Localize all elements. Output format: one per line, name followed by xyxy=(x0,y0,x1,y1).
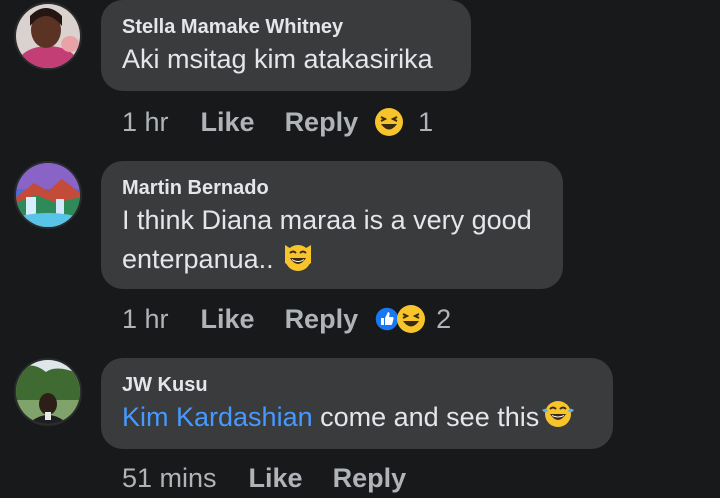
comment-author[interactable]: Stella Mamake Whitney xyxy=(122,14,450,40)
like-button[interactable]: Like xyxy=(201,107,255,138)
comment-bubble: JW Kusu Kim Kardashian come and see this xyxy=(101,358,613,449)
comment-text: Kim Kardashian come and see this xyxy=(122,398,592,440)
avatar[interactable] xyxy=(14,358,82,426)
laughing-face-icon[interactable] xyxy=(374,107,404,137)
reply-button[interactable]: Reply xyxy=(285,107,359,138)
reaction-count[interactable]: 2 xyxy=(436,304,451,335)
comment-text-line-2: enterpanua.. xyxy=(122,244,274,275)
comment-time[interactable]: 51 mins xyxy=(122,463,217,494)
laughing-face-icon[interactable] xyxy=(396,304,426,334)
comment-bubble: Martin Bernado I think Diana maraa is a … xyxy=(101,161,563,289)
reply-button[interactable]: Reply xyxy=(285,304,359,335)
tears-of-joy-emoji-icon xyxy=(541,398,575,440)
avatar[interactable] xyxy=(14,2,82,70)
mention-link[interactable]: Kim Kardashian xyxy=(122,402,313,432)
reply-button[interactable]: Reply xyxy=(333,463,407,494)
like-button[interactable]: Like xyxy=(201,304,255,335)
comment-time[interactable]: 1 hr xyxy=(122,107,169,138)
reaction-count[interactable]: 1 xyxy=(418,107,433,138)
comment-text: Aki msitag kim atakasirika xyxy=(122,44,433,74)
comment-actions: 1 hr Like Reply 2 xyxy=(122,299,451,339)
comment-actions: 51 mins Like Reply xyxy=(122,458,436,498)
comment-bubble: Stella Mamake Whitney Aki msitag kim ata… xyxy=(101,0,471,91)
comment-actions: 1 hr Like Reply 1 xyxy=(122,102,433,142)
comment-time[interactable]: 1 hr xyxy=(122,304,169,335)
comment-text-line: I think Diana maraa is a very good xyxy=(122,205,532,235)
like-button[interactable]: Like xyxy=(249,463,303,494)
grinning-cat-emoji-icon xyxy=(281,239,315,283)
avatar[interactable] xyxy=(14,161,82,229)
comment-author[interactable]: JW Kusu xyxy=(122,372,592,398)
comment-text-rest: come and see this xyxy=(312,402,540,433)
comment-text-line: enterpanua.. xyxy=(122,239,542,283)
comment-author[interactable]: Martin Bernado xyxy=(122,175,542,201)
